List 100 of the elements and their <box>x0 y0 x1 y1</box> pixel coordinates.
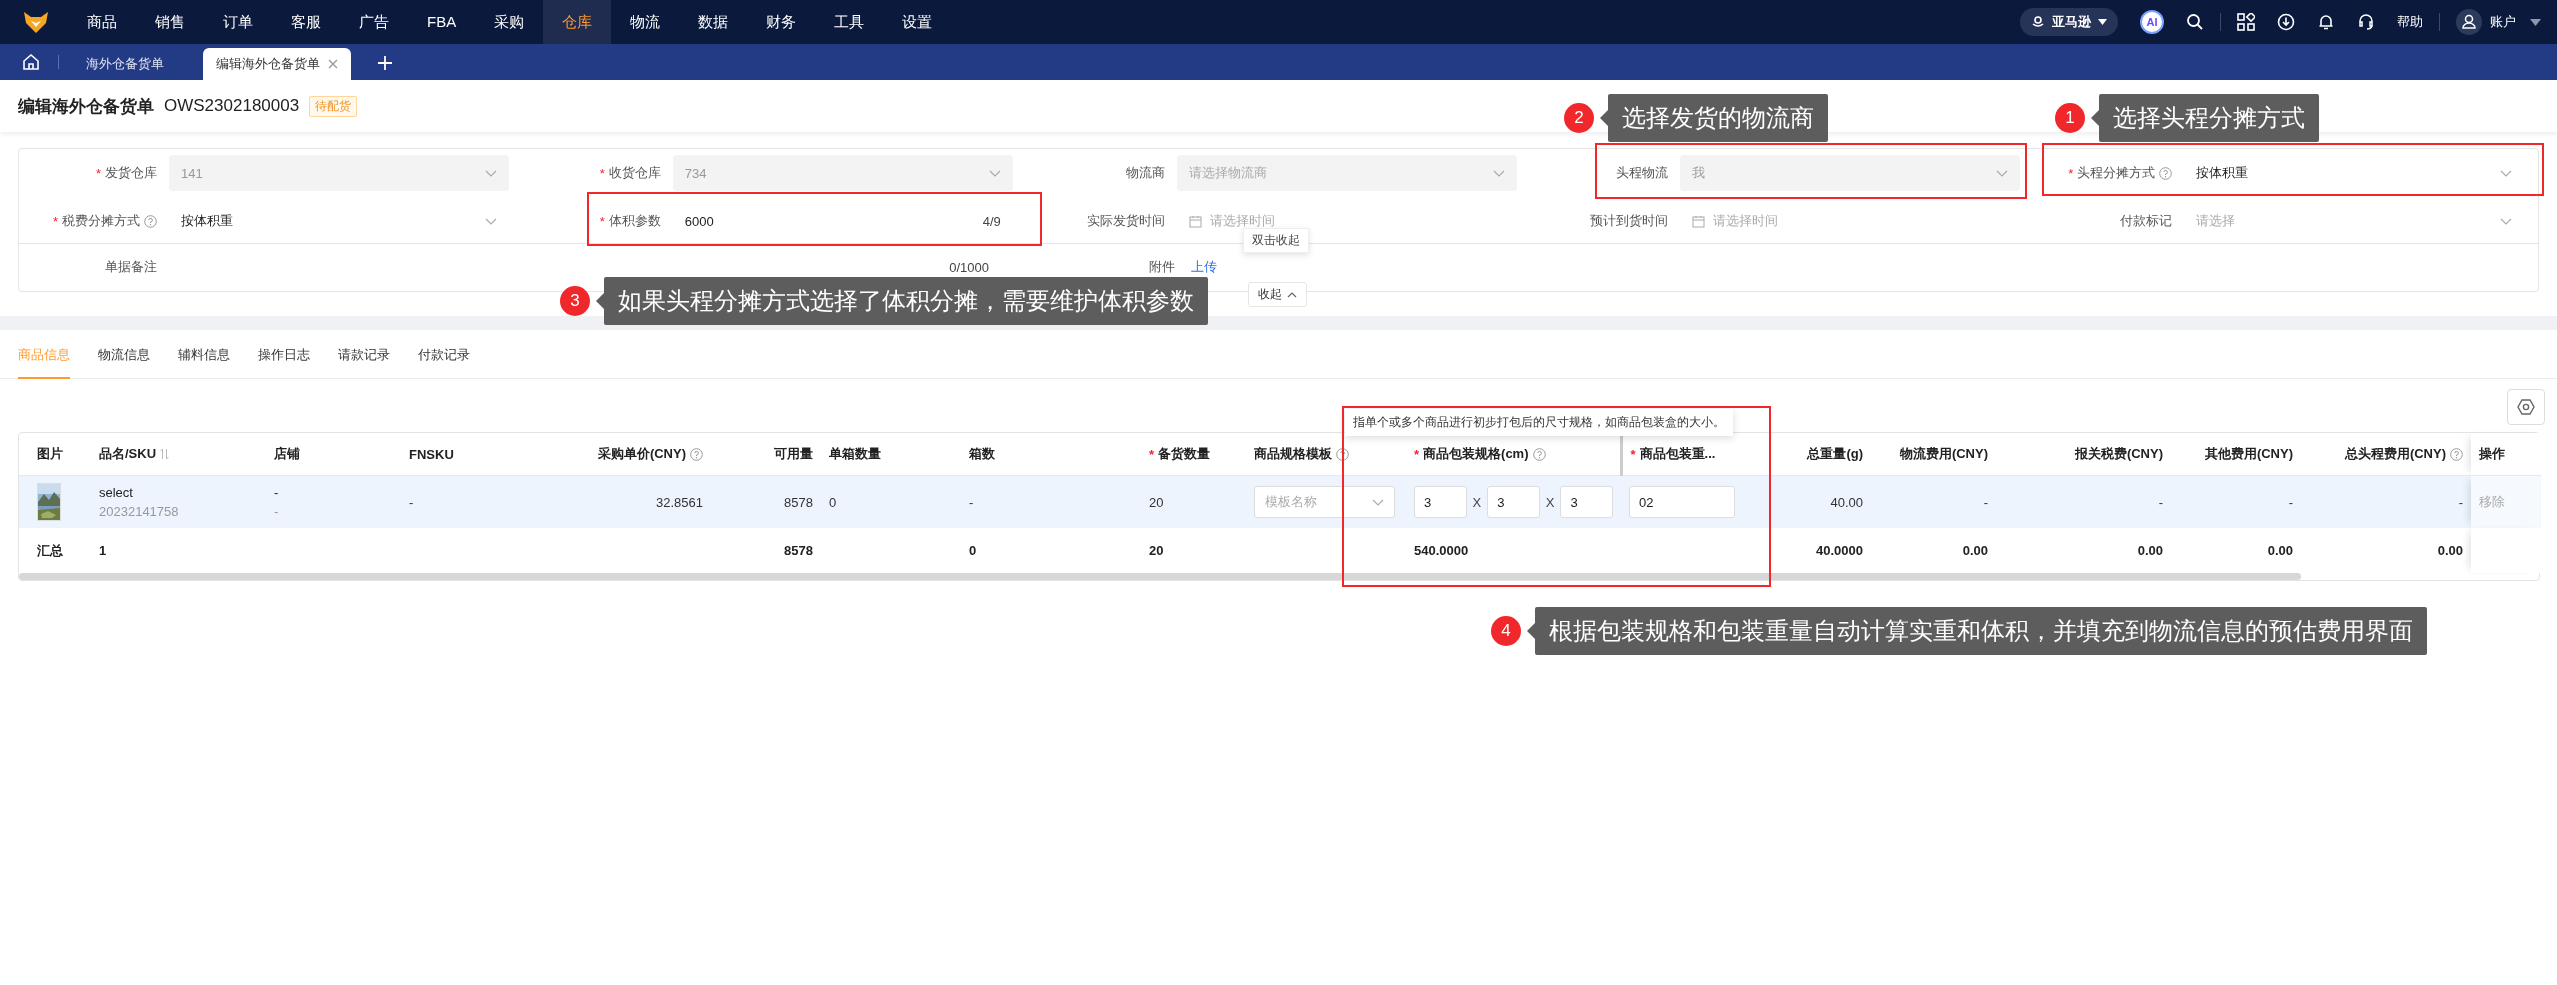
caret-icon <box>2098 19 2107 25</box>
cell-text: select <box>99 485 134 500</box>
chevron-down-icon <box>1996 169 2009 177</box>
upload-link[interactable]: 上传 <box>1191 258 1217 276</box>
settings-button[interactable] <box>2507 389 2545 425</box>
total-cell: 40.0000 <box>1816 543 1863 558</box>
column-header: 物流费用(CNY) <box>1899 445 1988 463</box>
nav-menu-item[interactable]: 工具 <box>815 0 884 44</box>
collapse-button[interactable]: 收起 <box>1248 282 1307 307</box>
nav-menu-item[interactable]: FBA <box>408 0 476 44</box>
column-header: 商品包装规格(cm) <box>1423 445 1529 463</box>
add-tab-icon[interactable] <box>377 55 393 71</box>
account-menu[interactable]: 账户 <box>2490 13 2516 31</box>
pointer-icon <box>2091 110 2099 126</box>
total-cell: 0.00 <box>2437 543 2463 558</box>
nav-menu-item[interactable]: 广告 <box>340 0 408 44</box>
nav-menu-item[interactable]: 财务 <box>747 0 816 44</box>
table-cell: 40.00 <box>1830 494 1863 510</box>
help-icon[interactable] <box>1336 447 1349 461</box>
weight-field[interactable]: 02 <box>1629 486 1735 518</box>
tooltip: 双击收起 <box>1243 228 1309 253</box>
table-cell: 32.8561 <box>656 494 703 510</box>
nav-menu-item[interactable]: 销售 <box>136 0 204 44</box>
scrollbar[interactable] <box>19 573 2301 580</box>
grid-icon[interactable] <box>2237 13 2255 31</box>
total-cell: 8578 <box>784 543 813 558</box>
section-tab[interactable]: 辅料信息 <box>178 346 230 379</box>
platform-selector[interactable]: 亚马逊 <box>2020 8 2118 36</box>
column-header: 品名/SKU <box>99 445 157 463</box>
chevron-down-icon <box>2500 217 2513 225</box>
cell-subtext: - <box>274 504 280 519</box>
nav-menu-item[interactable]: 仓库 <box>543 0 612 44</box>
nav-menu-item[interactable]: 物流 <box>611 0 680 44</box>
table-cell: - <box>2158 494 2163 510</box>
total-cell: 1 <box>99 543 107 558</box>
bell-icon[interactable] <box>2317 13 2335 31</box>
fox-logo-icon[interactable] <box>22 10 50 34</box>
chevron-down-icon <box>988 169 1001 177</box>
page-title: 编辑海外仓备货单 <box>18 95 154 118</box>
total-cell: 0.00 <box>2137 543 2163 558</box>
dimension-field[interactable]: 3 <box>1560 486 1613 518</box>
callout: 选择头程分摊方式 <box>2099 94 2319 142</box>
remark-field[interactable]: 0/1000 <box>169 259 999 275</box>
select-field[interactable]: 按体积重 <box>169 203 509 239</box>
step-number: 3 <box>560 286 590 316</box>
avatar-icon[interactable] <box>2456 9 2482 35</box>
times-sign: X <box>1545 494 1555 510</box>
ai-button[interactable]: AI <box>2140 10 2164 34</box>
chevron-down-icon <box>485 169 497 177</box>
table-cell: - <box>2288 494 2293 510</box>
order-number: OWS2302180003 <box>164 96 300 116</box>
headset-icon[interactable] <box>2357 13 2375 31</box>
total-cell: 20 <box>1149 543 1164 558</box>
calendar-icon <box>1692 214 1706 228</box>
cell-text: - <box>274 485 280 500</box>
table-cell: - <box>1983 494 1988 510</box>
required-mark: * <box>1414 446 1420 462</box>
dimension-field[interactable]: 3 <box>1487 486 1540 518</box>
settings-icon <box>2517 398 2535 416</box>
chevron-up-icon <box>1287 291 1297 298</box>
table-cell: 0 <box>829 494 837 510</box>
field-label: 预计到货时间 <box>1590 212 1669 230</box>
callout: 根据包装规格和包装重量自动计算实重和体积，并填充到物流信息的预估费用界面 <box>1535 607 2427 655</box>
download-icon[interactable] <box>2277 13 2295 31</box>
nav-menu-item[interactable]: 采购 <box>475 0 544 44</box>
table-cell: - <box>409 494 414 510</box>
column-header: 备货数量 <box>1158 445 1211 463</box>
field-label: 体积参数 <box>608 212 661 230</box>
page-tab[interactable]: 编辑海外仓备货单 <box>203 48 351 80</box>
column-header: 采购单价(CNY) <box>597 445 686 463</box>
section-tab[interactable]: 物流信息 <box>98 346 150 379</box>
input-field[interactable]: 6000 4/9 <box>672 203 1013 239</box>
required-mark: * <box>2068 165 2074 181</box>
chevron-down-icon <box>485 217 497 225</box>
section-tab[interactable]: 请款记录 <box>338 346 390 379</box>
nav-menu-item[interactable]: 设置 <box>883 0 952 44</box>
section-tab[interactable]: 操作日志 <box>258 346 310 379</box>
field-label: 发货仓库 <box>105 164 157 182</box>
callout: 选择发货的物流商 <box>1608 94 1828 142</box>
search-icon[interactable] <box>2186 13 2204 31</box>
chevron-down-icon <box>1372 498 1384 506</box>
close-icon[interactable] <box>328 59 338 69</box>
column-header: 商品规格模板 <box>1254 445 1332 463</box>
total-cell: 汇总 <box>37 542 63 558</box>
caret-icon[interactable] <box>2530 18 2541 26</box>
select-field[interactable]: 按体积重 <box>2184 155 2525 191</box>
section-tab[interactable]: 付款记录 <box>418 346 470 379</box>
chevron-down-icon <box>2500 169 2513 177</box>
nav-menu-item[interactable]: 客服 <box>272 0 340 44</box>
help-link[interactable]: 帮助 <box>2397 13 2423 31</box>
dimension-field[interactable]: 3 <box>1414 486 1467 518</box>
column-header: FNSKU <box>409 446 454 462</box>
step-number: 1 <box>2055 103 2085 133</box>
pointer-icon <box>596 293 604 309</box>
table-cell: 20 <box>1149 494 1164 510</box>
home-icon[interactable] <box>22 53 40 71</box>
nav-menu-item[interactable]: 订单 <box>204 0 272 44</box>
page-tab[interactable]: 海外仓备货单 <box>73 48 177 80</box>
nav-menu-item[interactable]: 数据 <box>679 0 748 44</box>
nav-menu-item[interactable]: 商品 <box>68 0 136 44</box>
